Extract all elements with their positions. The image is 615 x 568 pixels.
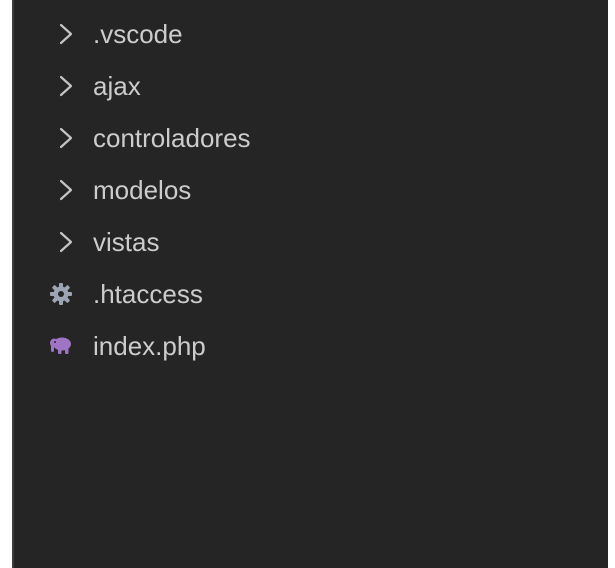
tree-item-label: vistas	[93, 227, 160, 257]
chevron-right-icon[interactable]	[56, 72, 76, 100]
chevron-right-icon[interactable]	[56, 20, 76, 48]
tree-item-modelos-folder[interactable]: modelos	[12, 164, 608, 216]
window-frame: .vscode ajax controladores modelos vista…	[0, 0, 615, 568]
tree-item-vistas-folder[interactable]: vistas	[12, 216, 608, 268]
tree-item-label: .vscode	[93, 19, 183, 49]
tree-item-ajax-folder[interactable]: ajax	[12, 60, 608, 112]
tree-item-label: ajax	[93, 71, 141, 101]
tree-item-label: .htaccess	[93, 279, 203, 309]
file-tree: .vscode ajax controladores modelos vista…	[12, 8, 608, 372]
tree-item-controladores-folder[interactable]: controladores	[12, 112, 608, 164]
tree-item-htaccess-file[interactable]: .htaccess	[12, 268, 608, 320]
file-explorer-panel: .vscode ajax controladores modelos vista…	[12, 0, 608, 568]
tree-item-label: index.php	[93, 331, 206, 361]
gear-icon	[50, 283, 72, 305]
chevron-right-icon[interactable]	[56, 228, 76, 256]
elephant-icon	[50, 337, 71, 354]
chevron-right-icon[interactable]	[56, 176, 76, 204]
tree-item-index-php-file[interactable]: index.php	[12, 320, 608, 372]
chevron-right-icon[interactable]	[56, 124, 76, 152]
tree-item-label: controladores	[93, 123, 251, 153]
tree-item-label: modelos	[93, 175, 192, 205]
tree-item-vscode-folder[interactable]: .vscode	[12, 8, 608, 60]
